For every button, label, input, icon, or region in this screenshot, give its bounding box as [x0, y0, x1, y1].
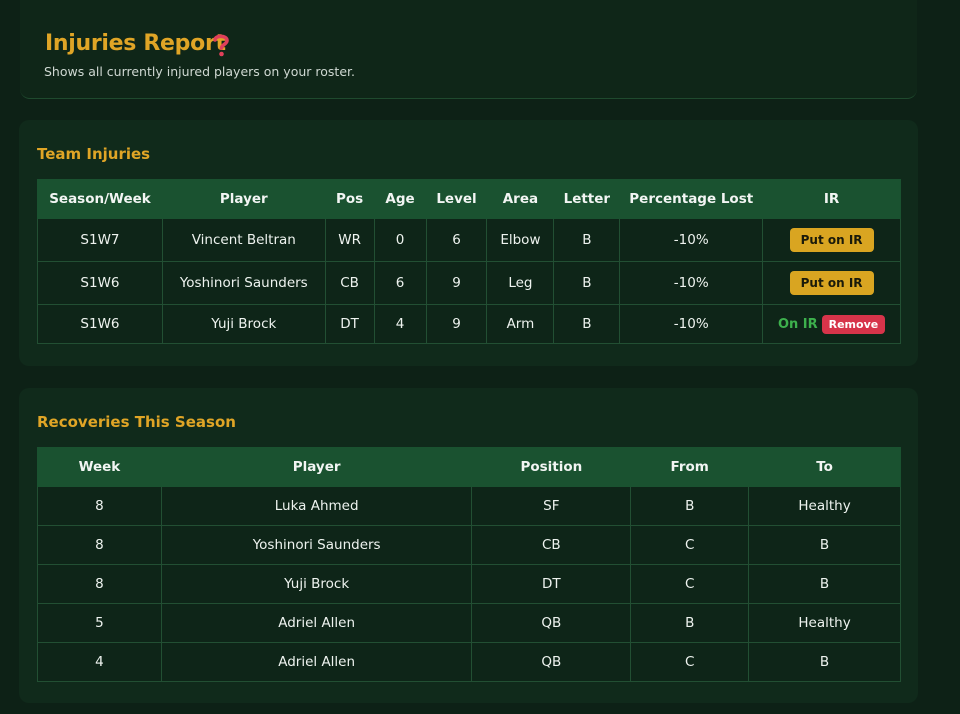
position-cell: QB	[471, 603, 632, 643]
level-cell: 6	[425, 218, 488, 262]
to-cell: Healthy	[748, 603, 901, 643]
player-cell: Yoshinori Saunders	[161, 261, 326, 305]
pos-cell: WR	[324, 218, 375, 262]
level-cell: 9	[425, 261, 488, 305]
ir-cell: Put on IR	[762, 261, 901, 305]
player-cell: Yoshinori Saunders	[160, 525, 473, 565]
age-cell: 4	[373, 304, 427, 344]
to-cell: B	[748, 642, 901, 682]
week-cell: 8	[37, 564, 162, 604]
table-row: 4 Adriel Allen QB C B	[37, 642, 901, 682]
column-header: Area	[486, 179, 555, 219]
column-header: Percentage Lost	[619, 179, 764, 219]
from-cell: C	[630, 642, 750, 682]
area-cell: Leg	[486, 261, 555, 305]
from-cell: C	[630, 525, 750, 565]
column-header: To	[748, 447, 901, 487]
pct-lost-cell: -10%	[619, 218, 764, 262]
remove-button[interactable]: Remove	[821, 314, 886, 334]
column-header: Pos	[324, 179, 375, 219]
recoveries-title: Recoveries This Season	[37, 413, 236, 431]
to-cell: Healthy	[748, 486, 901, 526]
column-header: Level	[425, 179, 488, 219]
letter-cell: B	[553, 261, 621, 305]
column-header: Age	[373, 179, 427, 219]
pos-cell: DT	[324, 304, 375, 344]
column-header: Letter	[553, 179, 621, 219]
letter-cell: B	[553, 218, 621, 262]
question-mark-icon[interactable]	[210, 32, 232, 58]
season-week-cell: S1W7	[37, 218, 163, 262]
table-row: S1W7 Vincent Beltran WR 0 6 Elbow B -10%…	[37, 218, 901, 262]
on-ir-status: On IR	[777, 316, 818, 332]
player-cell: Vincent Beltran	[161, 218, 326, 262]
player-cell: Adriel Allen	[160, 642, 473, 682]
position-cell: QB	[471, 642, 632, 682]
column-header: Season/Week	[37, 179, 163, 219]
table-header-row: Season/Week Player Pos Age Level Area Le…	[37, 179, 901, 219]
from-cell: C	[630, 564, 750, 604]
player-cell: Yuji Brock	[161, 304, 326, 344]
from-cell: B	[630, 486, 750, 526]
recoveries-card: Recoveries This Season Week Player Posit…	[19, 388, 918, 703]
column-header: Player	[160, 447, 473, 487]
page-title: Injuries Report	[45, 31, 226, 56]
put-on-ir-button[interactable]: Put on IR	[789, 271, 874, 295]
column-header: IR	[762, 179, 901, 219]
letter-cell: B	[553, 304, 621, 344]
table-row: 8 Yoshinori Saunders CB C B	[37, 525, 901, 565]
column-header: Week	[37, 447, 162, 487]
ir-cell: Put on IR	[762, 218, 901, 262]
player-cell: Adriel Allen	[160, 603, 473, 643]
table-row: 8 Luka Ahmed SF B Healthy	[37, 486, 901, 526]
season-week-cell: S1W6	[37, 304, 163, 344]
level-cell: 9	[425, 304, 488, 344]
pct-lost-cell: -10%	[619, 261, 764, 305]
week-cell: 4	[37, 642, 162, 682]
age-cell: 0	[373, 218, 427, 262]
report-header: Injuries Report Shows all currently inju…	[20, 0, 917, 99]
column-header: Player	[161, 179, 326, 219]
position-cell: DT	[471, 564, 632, 604]
player-cell: Luka Ahmed	[160, 486, 473, 526]
week-cell: 8	[37, 525, 162, 565]
to-cell: B	[748, 525, 901, 565]
column-header: From	[630, 447, 750, 487]
age-cell: 6	[373, 261, 427, 305]
player-cell: Yuji Brock	[160, 564, 473, 604]
team-injuries-card: Team Injuries Season/Week Player Pos Age…	[19, 120, 918, 366]
page-subtitle: Shows all currently injured players on y…	[44, 64, 355, 79]
recoveries-table: Week Player Position From To 8 Luka Ahme…	[37, 447, 901, 682]
table-header-row: Week Player Position From To	[37, 447, 901, 487]
table-row: S1W6 Yoshinori Saunders CB 6 9 Leg B -10…	[37, 261, 901, 305]
table-row: 8 Yuji Brock DT C B	[37, 564, 901, 604]
pct-lost-cell: -10%	[619, 304, 764, 344]
pos-cell: CB	[324, 261, 375, 305]
position-cell: SF	[471, 486, 632, 526]
from-cell: B	[630, 603, 750, 643]
put-on-ir-button[interactable]: Put on IR	[789, 228, 874, 252]
team-injuries-table: Season/Week Player Pos Age Level Area Le…	[37, 179, 901, 344]
position-cell: CB	[471, 525, 632, 565]
week-cell: 8	[37, 486, 162, 526]
ir-cell: On IR Remove	[762, 304, 901, 344]
column-header: Position	[471, 447, 632, 487]
team-injuries-title: Team Injuries	[37, 145, 151, 163]
area-cell: Arm	[486, 304, 555, 344]
area-cell: Elbow	[486, 218, 555, 262]
table-row: S1W6 Yuji Brock DT 4 9 Arm B -10% On IR R…	[37, 304, 901, 344]
table-row: 5 Adriel Allen QB B Healthy	[37, 603, 901, 643]
week-cell: 5	[37, 603, 162, 643]
to-cell: B	[748, 564, 901, 604]
season-week-cell: S1W6	[37, 261, 163, 305]
